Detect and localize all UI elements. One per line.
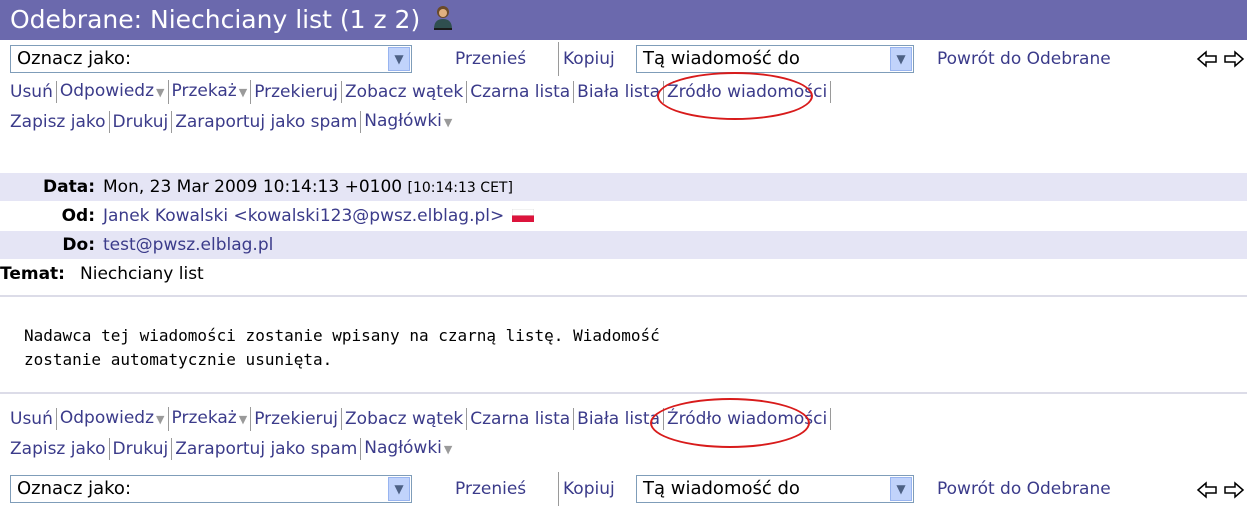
move-button[interactable]: Przenieś [455,42,526,76]
title-bar: Odebrane: Niechciany list (1 z 2) [0,0,1247,40]
from-value: Janek Kowalski <kowalski123@pwsz.elblag.… [103,202,535,230]
save-as-button[interactable]: Zapisz jako [10,438,110,460]
mark-as-select-value: Oznacz jako: [17,478,132,499]
chevron-down-icon[interactable]: ▼ [388,47,410,71]
bottom-action-bar: Oznacz jako: ▼ Przenieś Kopiuj Tą wiadom… [0,470,1247,509]
mark-as-select[interactable]: Oznacz jako: ▼ [10,45,412,73]
back-to-inbox-link[interactable]: Powrót do Odebrane [937,472,1111,506]
to-label: Do: [62,235,95,255]
headers-label: Nagłówki [364,438,442,458]
date-local-text: [10:14:13 CET] [407,180,513,196]
forward-label: Przekaż [171,408,237,428]
date-text: Mon, 23 Mar 2009 10:14:13 +0100 [103,177,403,197]
previous-message-icon[interactable] [1196,479,1218,501]
top-action-bar: Oznacz jako: ▼ Przenieś Kopiuj Tą wiadom… [0,42,1247,76]
forward-label: Przekaż [171,81,237,101]
view-source-button[interactable]: Źródło wiadomości [664,81,832,103]
mark-as-select[interactable]: Oznacz jako: ▼ [10,475,412,503]
view-thread-button[interactable]: Zobacz wątek [342,81,468,103]
recipient-link[interactable]: test@pwsz.elblag.pl [103,231,273,259]
mark-as-select-value: Oznacz jako: [17,48,132,69]
header-divider [0,295,1247,297]
poland-flag-icon [512,209,535,222]
forward-button[interactable]: Przekaż ▼ [169,80,252,104]
target-folder-select[interactable]: Tą wiadomość do ▼ [636,45,914,73]
report-spam-button[interactable]: Zaraportuj jako spam [172,438,362,460]
whitelist-button[interactable]: Biała lista [574,81,664,103]
redirect-button[interactable]: Przekieruj [251,81,343,103]
whitelist-button[interactable]: Biała lista [574,408,664,430]
sender-link[interactable]: Janek Kowalski <kowalski123@pwsz.elblag.… [103,206,504,226]
copy-button[interactable]: Kopiuj [558,42,615,76]
next-message-icon[interactable] [1223,479,1245,501]
blacklist-button[interactable]: Czarna lista [467,81,575,103]
chevron-down-icon[interactable]: ▼ [444,443,452,456]
message-toolbar-top-row1: Usuń Odpowiedz ▼ Przekaż ▼ Przekieruj Zobacz w… [10,77,832,107]
message-line-1: Nadawca tej wiadomości zostanie wpisany … [24,326,660,345]
view-source-button[interactable]: Źródło wiadomości [664,408,832,430]
message-toolbar-bottom-row1: Usuń Odpowiedz ▼ Przekaż ▼ Przekieruj Zobacz w… [10,404,832,434]
reply-label: Odpowiedz [59,81,155,101]
header-from-row: Od: Janek Kowalski <kowalski123@pwsz.elb… [0,202,1247,230]
target-folder-select[interactable]: Tą wiadomość do ▼ [636,475,914,503]
redirect-button[interactable]: Przekieruj [251,408,343,430]
header-subject-row: Temat: Niechciany list [0,260,1247,288]
page-title: Odebrane: Niechciany list (1 z 2) [10,5,421,34]
chevron-down-icon[interactable]: ▼ [156,413,164,426]
reply-label: Odpowiedz [59,408,155,428]
next-message-icon[interactable] [1223,48,1245,70]
chevron-down-icon[interactable]: ▼ [444,116,452,129]
header-date-row: Data: Mon, 23 Mar 2009 10:14:13 +0100 [1… [0,173,1247,201]
headers-button[interactable]: Nagłówki ▼ [361,110,455,134]
save-as-button[interactable]: Zapisz jako [10,111,110,133]
view-thread-button[interactable]: Zobacz wątek [342,408,468,430]
date-value: Mon, 23 Mar 2009 10:14:13 +0100 [10:14:1… [103,173,513,202]
subject-label: Temat: [0,264,65,284]
delete-button[interactable]: Usuń [10,408,57,430]
back-to-inbox-link[interactable]: Powrót do Odebrane [937,42,1111,76]
message-line-2: zostanie automatycznie usunięta. [24,350,333,369]
reply-button[interactable]: Odpowiedz ▼ [57,80,169,104]
previous-message-icon[interactable] [1196,48,1218,70]
chevron-down-icon[interactable]: ▼ [239,86,247,99]
date-label: Data: [43,177,95,197]
chevron-down-icon[interactable]: ▼ [156,86,164,99]
message-toolbar-bottom-row2: Zapisz jako Drukuj Zaraportuj jako spam Nag… [10,434,455,464]
message-toolbar-top-row2: Zapisz jako Drukuj Zaraportuj jako spam Nag… [10,107,455,137]
copy-button[interactable]: Kopiuj [558,472,615,506]
headers-button[interactable]: Nagłówki ▼ [361,437,455,461]
print-button[interactable]: Drukuj [110,111,173,133]
from-label: Od: [61,206,95,226]
chevron-down-icon[interactable]: ▼ [890,477,912,501]
delete-button[interactable]: Usuń [10,81,57,103]
reply-button[interactable]: Odpowiedz ▼ [57,407,169,431]
blacklist-button[interactable]: Czarna lista [467,408,575,430]
subject-value: Niechciany list [80,264,204,284]
body-divider [0,392,1247,394]
report-spam-button[interactable]: Zaraportuj jako spam [172,111,362,133]
header-to-row: Do: test@pwsz.elblag.pl [0,231,1247,259]
print-button[interactable]: Drukuj [110,438,173,460]
chevron-down-icon[interactable]: ▼ [239,413,247,426]
user-icon [432,3,454,43]
target-folder-select-value: Tą wiadomość do [643,478,800,499]
message-body: Nadawca tej wiadomości zostanie wpisany … [24,324,660,372]
chevron-down-icon[interactable]: ▼ [890,47,912,71]
target-folder-select-value: Tą wiadomość do [643,48,800,69]
headers-label: Nagłówki [364,111,442,131]
chevron-down-icon[interactable]: ▼ [388,477,410,501]
move-button[interactable]: Przenieś [455,472,526,506]
forward-button[interactable]: Przekaż ▼ [169,407,252,431]
